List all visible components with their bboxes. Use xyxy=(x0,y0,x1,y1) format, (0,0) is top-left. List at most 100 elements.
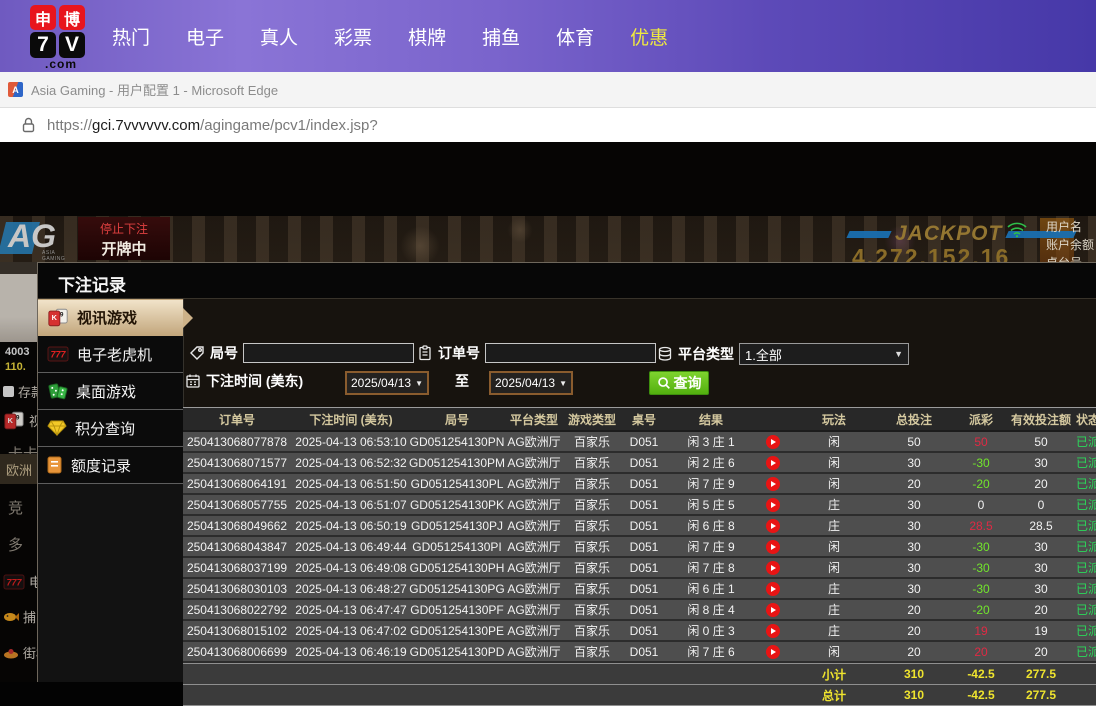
url-text[interactable]: https://gci.7vvvvvv.com/agingame/pcv1/in… xyxy=(47,117,378,134)
cell: 闲 5 庄 5 xyxy=(687,498,735,512)
lobby-menu-捕: 捕 xyxy=(3,607,36,626)
play-video-button[interactable] xyxy=(766,623,780,638)
cell: 百家乐 xyxy=(573,456,610,470)
sidebar-item-视讯游戏[interactable]: 9 K 视讯游戏 xyxy=(38,299,193,336)
order-number-input[interactable] xyxy=(485,343,656,363)
cell xyxy=(753,558,793,577)
platform-type-label: 平台类型 xyxy=(678,346,734,362)
to-label: 至 xyxy=(455,373,469,389)
play-video-button[interactable] xyxy=(766,455,780,470)
table-row: 250413068037199 2025-04-13 06:49:08 GD0512… xyxy=(183,558,1096,579)
sidebar-item-label: 积分查询 xyxy=(75,420,136,438)
status-cell: 已派彩 xyxy=(1076,561,1096,575)
cell xyxy=(669,664,753,684)
cell: GD051254130PI xyxy=(412,539,502,554)
cell: -30 xyxy=(972,539,990,554)
tag-icon xyxy=(189,345,205,361)
cell xyxy=(411,664,503,684)
sidebar-item-电子老虎机[interactable]: 777 电子老虎机 xyxy=(38,336,183,373)
cell: 277.5 xyxy=(1025,667,1057,681)
wifi-icon xyxy=(1006,220,1028,243)
cell: GD051254130PK xyxy=(409,497,505,512)
nav-item-捕鱼[interactable]: 捕鱼 xyxy=(482,23,520,50)
cell: 30 xyxy=(907,455,921,470)
column-header-订单号: 订单号 xyxy=(218,412,255,427)
cell: GD051254130PL xyxy=(410,476,504,491)
cell xyxy=(503,664,565,684)
cell: GD051254130PN xyxy=(409,434,505,449)
cell: 28.5 xyxy=(1029,518,1053,533)
cell: 2025-04-13 06:50:19 xyxy=(295,518,407,533)
column-header-状态: 状态 xyxy=(1076,412,1096,427)
cell: 310 xyxy=(903,667,925,681)
play-video-button[interactable] xyxy=(766,518,780,533)
cell: 310 xyxy=(903,688,925,702)
cell: 250413068049662 xyxy=(186,518,288,533)
cell: 20 xyxy=(907,623,921,638)
nav-item-电子[interactable]: 电子 xyxy=(186,23,224,50)
play-video-button[interactable] xyxy=(766,476,780,491)
cell: 闲 xyxy=(827,540,840,554)
cell: D051 xyxy=(629,602,659,617)
player-avatar xyxy=(0,262,40,342)
cell xyxy=(669,685,753,705)
date-from-select[interactable]: 2025/04/13 xyxy=(345,371,429,395)
cell xyxy=(753,537,793,556)
table-row: 250413068077878 2025-04-13 06:53:10 GD0512… xyxy=(183,432,1096,453)
lock-icon xyxy=(22,117,35,133)
cell: 闲 xyxy=(827,561,840,575)
play-video-button[interactable] xyxy=(766,434,780,449)
status-cell: 已派彩 xyxy=(1076,624,1096,638)
cell: 19 xyxy=(1034,623,1048,638)
cell: 30 xyxy=(1034,581,1048,596)
modal-title: 下注记录 xyxy=(58,276,126,295)
sidebar-item-桌面游戏[interactable]: 桌面游戏 xyxy=(38,373,183,410)
cell: 19 xyxy=(974,623,988,638)
dealing-label: 开牌中 xyxy=(101,241,147,258)
cell xyxy=(753,516,793,535)
sidebar-item-额度记录[interactable]: 额度记录 xyxy=(38,447,183,484)
play-video-button[interactable] xyxy=(766,602,780,617)
cell: 30 xyxy=(1034,560,1048,575)
sidebar-item-label: 桌面游戏 xyxy=(76,383,137,401)
column-header-派彩: 派彩 xyxy=(968,412,993,427)
cell: 250413068043847 xyxy=(186,539,288,554)
nav-item-优惠[interactable]: 优惠 xyxy=(630,23,668,50)
cell: 250413068077878 xyxy=(186,434,288,449)
cell xyxy=(619,664,669,684)
cell: GD051254130PM xyxy=(408,455,506,470)
play-video-button[interactable] xyxy=(766,497,780,512)
nav-item-真人[interactable]: 真人 xyxy=(260,23,298,50)
round-number-input[interactable] xyxy=(243,343,414,363)
play-video-button[interactable] xyxy=(766,644,780,659)
search-button[interactable]: 查询 xyxy=(649,371,709,395)
play-video-button[interactable] xyxy=(766,581,780,596)
date-to-select[interactable]: 2025/04/13 xyxy=(489,371,573,395)
nav-item-棋牌[interactable]: 棋牌 xyxy=(408,23,446,50)
address-bar[interactable]: https://gci.7vvvvvv.com/agingame/pcv1/in… xyxy=(0,108,1096,143)
cell: GD051254130PE xyxy=(409,623,505,638)
cell: 20 xyxy=(907,644,921,659)
cell: 闲 7 庄 9 xyxy=(687,477,735,491)
sidebar-item-积分查询[interactable]: 积分查询 xyxy=(38,410,183,447)
play-video-button[interactable] xyxy=(766,539,780,554)
magnifier-icon xyxy=(657,376,671,390)
cell: 闲 8 庄 4 xyxy=(687,603,735,617)
nav-item-彩票[interactable]: 彩票 xyxy=(334,23,372,50)
site-logo[interactable]: 申 博 7 V .com xyxy=(30,5,92,71)
platform-type-select[interactable]: 1.全部 xyxy=(739,343,909,365)
cell: GD051254130PJ xyxy=(410,518,504,533)
cell: 250413068015102 xyxy=(186,623,288,638)
play-video-button[interactable] xyxy=(766,560,780,575)
cell: 闲 7 庄 9 xyxy=(687,540,735,554)
cell: 30 xyxy=(1034,455,1048,470)
cell xyxy=(753,474,793,493)
cell: 30 xyxy=(907,518,921,533)
nav-item-热门[interactable]: 热门 xyxy=(112,23,150,50)
cell: -42.5 xyxy=(967,667,995,681)
svg-text:9: 9 xyxy=(60,312,64,319)
cell: 20 xyxy=(1034,644,1048,659)
nav-item-体育[interactable]: 体育 xyxy=(556,23,594,50)
column-header-平台类型: 平台类型 xyxy=(509,412,558,427)
window-title: Asia Gaming - 用户配置 1 - Microsoft Edge xyxy=(31,83,279,98)
